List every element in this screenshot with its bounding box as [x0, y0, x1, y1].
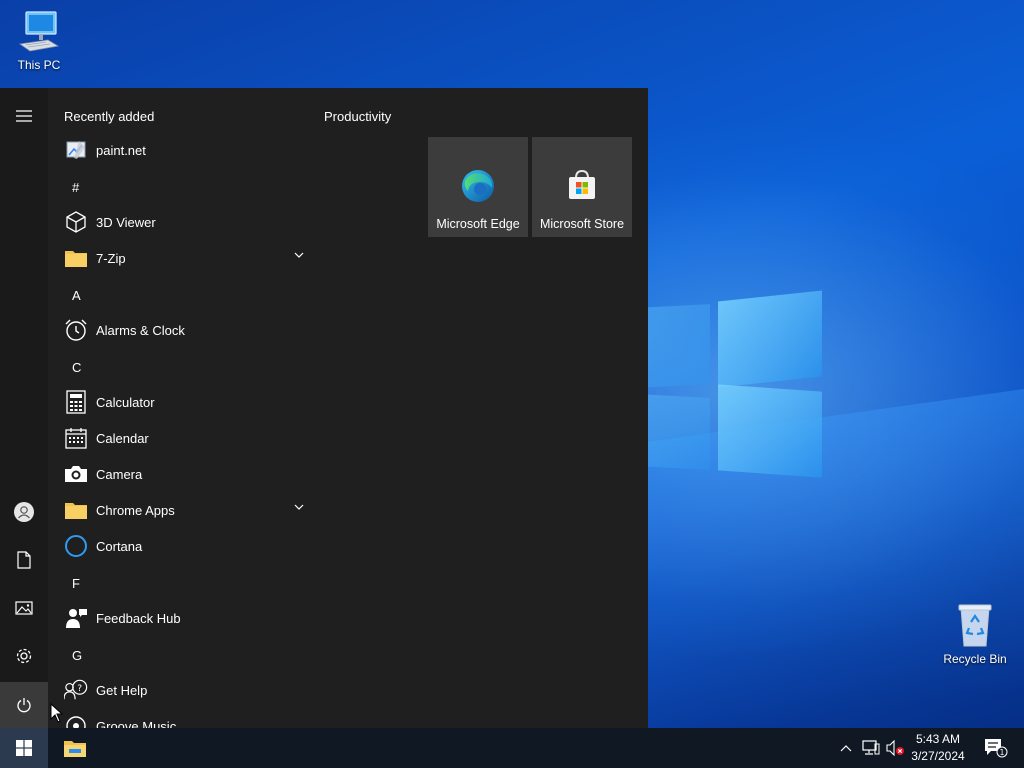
app-item-alarms-clock[interactable]: Alarms & Clock [60, 312, 304, 348]
folder-icon [65, 503, 87, 519]
chevron-up-icon [840, 745, 852, 752]
letter-header[interactable]: F [72, 576, 80, 591]
pictures-icon [15, 601, 33, 615]
cortana-icon [65, 535, 87, 557]
app-label: Groove Music [96, 718, 177, 729]
paint-net-icon [66, 141, 86, 159]
desktop-icon-label: Recycle Bin [943, 652, 1007, 666]
network-icon [862, 740, 880, 755]
show-hidden-icons-button[interactable] [836, 728, 856, 768]
calculator-icon [66, 390, 86, 414]
taskbar-file-explorer[interactable] [52, 728, 98, 768]
chevron-down-icon[interactable] [294, 504, 304, 510]
start-rail [0, 88, 48, 728]
app-label: Chrome Apps [96, 502, 175, 518]
taskbar-clock[interactable]: 5:43 AM 3/27/2024 [906, 731, 970, 765]
hamburger-icon [16, 110, 32, 122]
app-label: Feedback Hub [96, 610, 181, 626]
tile-microsoft-store[interactable]: Microsoft Store [532, 137, 632, 237]
app-label: 7-Zip [96, 250, 126, 266]
app-label: Camera [96, 466, 143, 482]
computer-icon [18, 11, 60, 52]
taskbar: 5:43 AM 3/27/2024 1 [0, 728, 1024, 768]
user-account-button[interactable] [0, 489, 48, 535]
app-item-7-zip[interactable]: 7-Zip [60, 240, 304, 276]
file-explorer-icon [64, 741, 86, 757]
app-item-chrome-apps[interactable]: Chrome Apps [60, 492, 304, 528]
tile-group-title[interactable]: Productivity [324, 109, 391, 124]
mouse-cursor-icon [50, 703, 64, 723]
windows-logo-icon [16, 740, 32, 756]
volume-muted-icon [886, 740, 904, 756]
app-item-calendar[interactable]: Calendar [60, 420, 304, 456]
letter-header[interactable]: C [72, 360, 81, 375]
pictures-button[interactable] [0, 585, 48, 631]
app-label: paint.net [96, 142, 146, 158]
power-icon [17, 698, 31, 713]
app-item-feedback-hub[interactable]: Feedback Hub [60, 600, 304, 636]
app-label: Calendar [96, 430, 149, 446]
start-menu: Recently added paint.net # 3D Viewer 7-Z… [0, 88, 648, 728]
chevron-down-icon[interactable] [294, 252, 304, 258]
app-item-camera[interactable]: Camera [60, 456, 304, 492]
app-item-3d-viewer[interactable]: 3D Viewer [60, 204, 304, 240]
tile-microsoft-edge[interactable]: Microsoft Edge [428, 137, 528, 237]
get-help-icon: ? [64, 679, 88, 700]
app-item-cortana[interactable]: Cortana [60, 528, 304, 564]
user-icon [14, 502, 34, 522]
volume-button[interactable] [884, 728, 906, 768]
desktop-icon-recycle-bin[interactable]: Recycle Bin [936, 602, 1014, 666]
action-center-button[interactable]: 1 [978, 728, 1014, 768]
tile-label: Microsoft Edge [436, 217, 520, 231]
power-button[interactable] [0, 682, 48, 728]
app-item-groove-music[interactable]: Groove Music [60, 708, 304, 728]
letter-header[interactable]: G [72, 648, 82, 663]
app-label: Cortana [96, 538, 143, 554]
app-label: Calculator [96, 394, 155, 410]
letter-header[interactable]: # [72, 180, 79, 195]
svg-text:?: ? [77, 683, 82, 694]
settings-button[interactable] [0, 633, 48, 679]
app-item-calculator[interactable]: Calculator [60, 384, 304, 420]
documents-button[interactable] [0, 537, 48, 583]
app-list: Recently added paint.net # 3D Viewer 7-Z… [48, 88, 312, 728]
alarm-clock-icon [65, 319, 87, 341]
recently-added-title: Recently added [64, 109, 155, 124]
app-label: Get Help [96, 682, 148, 698]
app-label: 3D Viewer [96, 214, 156, 230]
app-item-get-help[interactable]: ? Get Help [60, 672, 304, 708]
cube-icon [66, 211, 86, 233]
edge-icon [462, 170, 494, 202]
tile-label: Microsoft Store [539, 217, 625, 231]
clock-time: 5:43 AM [915, 732, 961, 746]
notification-icon: 1 [985, 739, 1008, 758]
network-button[interactable] [860, 728, 882, 768]
recycle-bin-icon [958, 604, 992, 647]
settings-icon [16, 648, 32, 664]
groove-music-icon [66, 716, 86, 728]
app-item-paint-net[interactable]: paint.net [60, 132, 304, 168]
notification-count: 1 [1000, 748, 1005, 757]
letter-header[interactable]: A [72, 288, 81, 303]
app-label: Alarms & Clock [96, 322, 185, 338]
folder-icon [65, 251, 87, 267]
desktop-icon-this-pc[interactable]: This PC [0, 10, 78, 72]
clock-date: 3/27/2024 [911, 749, 965, 763]
calendar-icon [65, 428, 87, 449]
desktop-icon-label: This PC [17, 58, 61, 72]
expand-menu-button[interactable] [0, 93, 48, 139]
feedback-hub-icon [66, 609, 87, 628]
store-icon [569, 169, 595, 199]
camera-icon [65, 466, 87, 482]
documents-icon [17, 551, 31, 569]
start-button[interactable] [0, 728, 48, 768]
